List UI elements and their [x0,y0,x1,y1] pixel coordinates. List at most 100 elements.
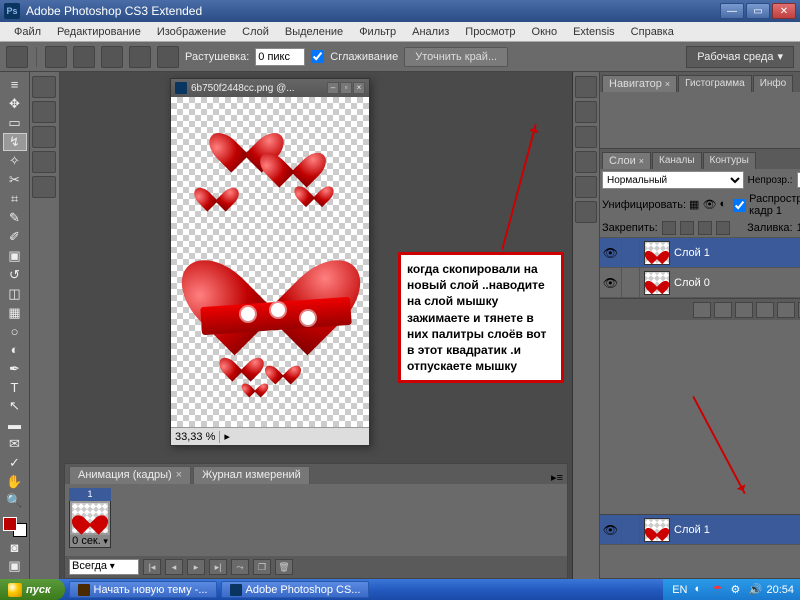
unify-style-icon[interactable]: ◐ [720,198,731,212]
tab-animation[interactable]: Анимация (кадры)× [69,466,191,484]
opacity-input[interactable]: 100% [797,172,800,188]
visibility-toggle-icon[interactable]: 👁 [600,268,622,297]
healing-tool[interactable]: ✎ [3,209,27,227]
tray-icon[interactable]: ⚙ [730,583,744,597]
visibility-toggle-icon[interactable]: 👁 [600,515,622,544]
maximize-button[interactable]: ▭ [746,3,770,19]
layer-link-cell[interactable] [622,238,640,267]
notes-tool[interactable]: ✉ [3,435,27,453]
zoom-tool[interactable]: 🔍 [3,492,27,510]
selection-mode-add-icon[interactable] [101,46,123,68]
tab-layers[interactable]: Слои× [602,152,651,169]
document-titlebar[interactable]: 6b750f2448cc.png @... – ▫ × [171,79,369,97]
tab-channels[interactable]: Каналы [652,152,702,169]
taskbar-item[interactable]: Начать новую тему -... [69,581,217,598]
menu-view[interactable]: Просмотр [457,24,523,40]
status-chevron-icon[interactable]: ▸ [224,430,230,443]
link-layers-button[interactable] [693,302,711,318]
dodge-tool[interactable]: ◐ [3,341,27,359]
blend-mode-dropdown[interactable]: Нормальный [602,171,744,189]
close-button[interactable]: ✕ [772,3,796,19]
crop-tool[interactable]: ✂ [3,171,27,189]
marquee-tool[interactable]: ▭ [3,114,27,132]
path-tool[interactable]: ↖ [3,397,27,415]
new-frame-button[interactable]: ❐ [253,559,271,575]
lasso-tool[interactable]: ↯ [3,133,27,151]
foreground-color-swatch[interactable] [3,517,17,531]
tab-histogram[interactable]: Гистограмма [678,75,752,92]
doc-maximize-button[interactable]: ▫ [340,82,352,94]
wand-tool[interactable]: ✧ [3,152,27,170]
layer-thumbnail[interactable] [644,241,670,265]
lock-pixels-icon[interactable] [680,221,694,235]
tool-preset-icon[interactable] [45,46,67,68]
collapsed-panel-icon[interactable] [575,126,597,148]
zoom-level[interactable]: 33,33 % [175,431,220,443]
document-window[interactable]: 6b750f2448cc.png @... – ▫ × [170,78,370,446]
prev-frame-button[interactable]: ◂ [165,559,183,575]
ps-toggle-icon[interactable]: ≡ [3,76,27,94]
history-brush-tool[interactable]: ↺ [3,266,27,284]
brush-tool[interactable]: ✐ [3,228,27,246]
hand-tool[interactable]: ✋ [3,473,27,491]
stamp-tool[interactable]: ▣ [3,247,27,265]
move-tool[interactable]: ✥ [3,95,27,113]
layer-style-button[interactable] [714,302,732,318]
slice-tool[interactable]: ⌗ [3,190,27,208]
menu-window[interactable]: Окно [524,24,566,40]
layer-link-cell[interactable] [622,515,640,544]
collapsed-panel-icon[interactable] [575,176,597,198]
feather-input[interactable] [255,48,305,66]
collapsed-panel-icon[interactable] [32,151,56,173]
lock-position-icon[interactable] [698,221,712,235]
tray-volume-icon[interactable]: 🔊 [748,583,762,597]
tray-icon[interactable]: ◐ [694,583,708,597]
play-button[interactable]: ▸ [187,559,205,575]
layer-name[interactable]: Слой 1 [674,524,710,536]
tab-measurement-log[interactable]: Журнал измерений [193,466,310,484]
doc-close-button[interactable]: × [353,82,365,94]
type-tool[interactable]: T [3,379,27,397]
screenmode-tool[interactable]: ▣ [3,557,27,575]
menu-image[interactable]: Изображение [149,24,234,40]
pen-tool[interactable]: ✒ [3,360,27,378]
eraser-tool[interactable]: ◫ [3,285,27,303]
unify-visibility-icon[interactable]: 👁 [703,198,717,212]
tray-icon[interactable]: ☂ [712,583,726,597]
selection-mode-intersect-icon[interactable] [157,46,179,68]
collapsed-panel-icon[interactable] [575,76,597,98]
ps-logo-icon[interactable] [6,46,28,68]
gradient-tool[interactable]: ▦ [3,304,27,322]
adjustment-layer-button[interactable] [756,302,774,318]
workspace-dropdown[interactable]: Рабочая среда ▾ [686,46,794,68]
document-canvas[interactable] [171,97,369,427]
layer-link-cell[interactable] [622,268,640,297]
lock-all-icon[interactable] [716,221,730,235]
color-swatches[interactable] [3,517,27,538]
visibility-toggle-icon[interactable]: 👁 [600,238,622,267]
frame-delay[interactable]: 0 сек. ▾ [70,535,110,547]
next-frame-button[interactable]: ▸| [209,559,227,575]
menu-analysis[interactable]: Анализ [404,24,457,40]
minimize-button[interactable]: — [720,3,744,19]
language-indicator[interactable]: EN [669,584,690,596]
shape-tool[interactable]: ▬ [3,416,27,434]
menu-extensis[interactable]: Extensis [565,24,623,40]
antialias-checkbox[interactable] [311,50,324,63]
menu-help[interactable]: Справка [623,24,682,40]
tween-button[interactable]: ⤳ [231,559,249,575]
menu-file[interactable]: Файл [6,24,49,40]
quickmask-tool[interactable]: ◙ [3,538,27,556]
layer-thumbnail[interactable] [644,271,670,295]
eyedropper-tool[interactable]: ✓ [3,454,27,472]
animation-frame[interactable]: 1 0 сек. ▾ [69,488,111,548]
unify-position-icon[interactable]: ▦ [689,198,700,212]
start-button[interactable]: пуск [0,579,65,600]
loop-dropdown[interactable]: Всегда ▾ [69,559,139,575]
propagate-checkbox[interactable] [733,199,746,212]
panel-menu-icon[interactable]: ▸≡ [551,471,563,484]
first-frame-button[interactable]: |◂ [143,559,161,575]
layer-mask-button[interactable] [735,302,753,318]
menu-layer[interactable]: Слой [234,24,277,40]
fill-input[interactable]: 100% [797,222,800,234]
